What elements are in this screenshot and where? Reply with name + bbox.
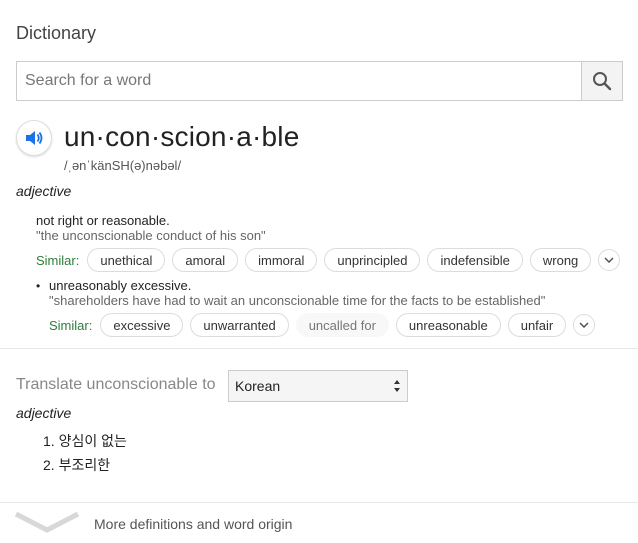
more-definitions-link[interactable]: More definitions and word origin xyxy=(0,503,638,543)
similar-chip: uncalled for xyxy=(295,313,389,337)
translation-part-of-speech: adjective xyxy=(16,405,72,421)
example-sentence: "the unconscionable conduct of his son" xyxy=(36,228,266,243)
similar-chip[interactable]: amoral xyxy=(172,248,239,272)
chevron-down-icon xyxy=(579,322,589,328)
expand-similar-button[interactable] xyxy=(573,314,596,336)
definition: unreasonably excessive. xyxy=(49,278,192,293)
similar-chip[interactable]: unprincipled xyxy=(324,248,421,272)
language-select[interactable]: Korean xyxy=(228,370,408,402)
similar-chip[interactable]: immoral xyxy=(245,248,318,272)
dictionary-title: Dictionary xyxy=(16,23,97,43)
part-of-speech: adjective xyxy=(16,183,72,199)
translation-item: 2. 부조리한 xyxy=(43,457,111,473)
similar-label: Similar: xyxy=(36,252,80,268)
similar-chip[interactable]: unethical xyxy=(87,248,166,272)
expand-similar-button[interactable] xyxy=(598,249,621,271)
search-button[interactable] xyxy=(581,62,622,100)
similar-words-row: Similar: excessive unwarranted uncalled … xyxy=(49,312,596,338)
translation-item: 1. 양심이 없는 xyxy=(43,433,127,449)
headword: un·con·scion·a·ble xyxy=(64,121,300,152)
language-selected: Korean xyxy=(235,378,281,394)
select-arrows-icon xyxy=(394,380,400,392)
phonetic-spelling: /ˌənˈkänSH(ə)nəbəl/ xyxy=(64,158,182,173)
chevron-down-icon xyxy=(14,511,80,533)
search-input[interactable] xyxy=(17,62,581,100)
similar-chip[interactable]: unwarranted xyxy=(190,313,289,337)
similar-chip[interactable]: unfair xyxy=(507,313,567,337)
divider xyxy=(0,348,638,349)
similar-words-row: Similar: unethical amoral immoral unprin… xyxy=(36,247,621,273)
bullet: • xyxy=(36,279,41,293)
similar-label: Similar: xyxy=(49,317,93,333)
example-sentence: "shareholders have had to wait an uncons… xyxy=(49,293,546,308)
similar-chip[interactable]: unreasonable xyxy=(395,313,501,337)
similar-chip[interactable]: indefensible xyxy=(427,248,523,272)
translate-label: Translate unconscionable to xyxy=(16,376,216,393)
pronunciation-button[interactable] xyxy=(16,120,52,156)
speaker-icon xyxy=(26,131,43,145)
search-box xyxy=(16,61,623,101)
similar-chip[interactable]: wrong xyxy=(529,248,592,272)
definition: not right or reasonable. xyxy=(36,213,170,228)
chevron-down-icon xyxy=(604,257,614,263)
similar-chip[interactable]: excessive xyxy=(100,313,184,337)
search-icon xyxy=(593,72,612,91)
more-definitions-label: More definitions and word origin xyxy=(94,516,293,532)
